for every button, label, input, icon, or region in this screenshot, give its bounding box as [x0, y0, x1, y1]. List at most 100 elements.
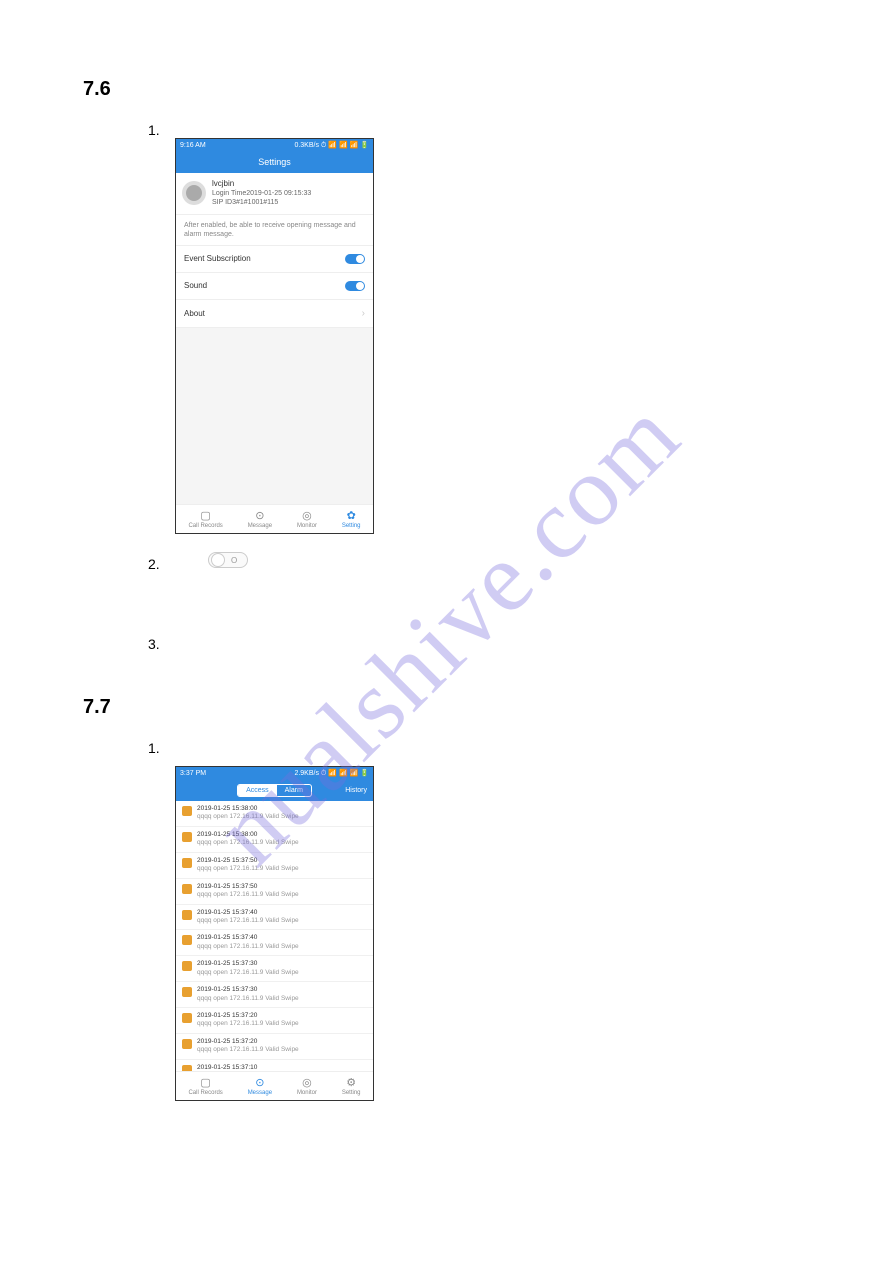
gear-icon: ✿ [347, 509, 356, 522]
sound-toggle[interactable] [345, 281, 365, 291]
message-row[interactable]: 2019-01-25 15:37:30qqqq open 172.16.11.9… [176, 982, 373, 1008]
avatar [182, 181, 206, 205]
section-heading-7-7: 7.7 [83, 696, 111, 719]
message-time: 2019-01-25 15:37:20 [197, 1012, 299, 1020]
message-time: 2019-01-25 15:38:00 [197, 805, 299, 813]
message-row[interactable]: 2019-01-25 15:37:20qqqq open 172.16.11.9… [176, 1008, 373, 1034]
status-time: 9:16 AM [180, 142, 206, 149]
message-time: 2019-01-25 15:37:50 [197, 883, 299, 891]
tab-call-records-label: Call Records [188, 523, 222, 529]
tab-monitor[interactable]: ◎ Monitor [297, 509, 317, 529]
tab-call-records-label-2: Call Records [188, 1090, 222, 1096]
info-description: After enabled, be able to receive openin… [176, 215, 373, 246]
tab-call-records-2[interactable]: ▢ Call Records [188, 1076, 222, 1096]
message-row[interactable]: 2019-01-25 15:37:30qqqq open 172.16.11.9… [176, 956, 373, 982]
message-text: 2019-01-25 15:37:20qqqq open 172.16.11.9… [197, 1012, 299, 1029]
message-icon: ⊙ [255, 509, 264, 522]
segment-access[interactable]: Access [238, 785, 277, 796]
event-subscription-row[interactable]: Event Subscription [176, 246, 373, 273]
message-item-icon [182, 961, 192, 971]
message-row[interactable]: 2019-01-25 15:37:50qqqq open 172.16.11.9… [176, 879, 373, 905]
about-label: About [184, 309, 205, 318]
tab-message-2[interactable]: ⊙ Message [248, 1076, 272, 1096]
settings-screenshot: 9:16 AM 0.3KB/s ⏱ 📶 📶 📶 🔋 Settings lvcjb… [175, 138, 374, 534]
message-detail: qqqq open 172.16.11.9 Valid Swipe [197, 865, 299, 873]
about-row[interactable]: About › [176, 300, 373, 328]
message-time: 2019-01-25 15:37:20 [197, 1038, 299, 1046]
message-item-icon [182, 935, 192, 945]
profile-sip-id: SIP ID3#1#1001#115 [212, 198, 311, 207]
status-time-2: 3:37 PM [180, 770, 206, 777]
message-text: 2019-01-25 15:37:30qqqq open 172.16.11.9… [197, 986, 299, 1003]
message-detail: qqqq open 172.16.11.9 Valid Swipe [197, 943, 299, 951]
message-time: 2019-01-25 15:38:00 [197, 831, 299, 839]
section-heading-7-6: 7.6 [83, 78, 111, 101]
message-detail: qqqq open 172.16.11.9 Valid Swipe [197, 1046, 299, 1054]
message-text: 2019-01-25 15:38:00qqqq open 172.16.11.9… [197, 831, 299, 848]
message-row[interactable]: 2019-01-25 15:37:40qqqq open 172.16.11.9… [176, 930, 373, 956]
message-text: 2019-01-25 15:38:00qqqq open 172.16.11.9… [197, 805, 299, 822]
status-bar: 9:16 AM 0.3KB/s ⏱ 📶 📶 📶 🔋 [176, 139, 373, 151]
tab-monitor-2[interactable]: ◎ Monitor [297, 1076, 317, 1096]
message-text: 2019-01-25 15:37:40qqqq open 172.16.11.9… [197, 909, 299, 926]
message-list[interactable]: 2019-01-25 15:38:00qqqq open 172.16.11.9… [176, 801, 373, 1074]
tab-setting[interactable]: ✿ Setting [342, 509, 361, 529]
message-detail: qqqq open 172.16.11.9 Valid Swipe [197, 995, 299, 1003]
monitor-icon: ◎ [302, 509, 312, 522]
message-detail: qqqq open 172.16.11.9 Valid Swipe [197, 891, 299, 899]
message-time: 2019-01-25 15:37:30 [197, 986, 299, 994]
message-text: 2019-01-25 15:37:30qqqq open 172.16.11.9… [197, 960, 299, 977]
message-item-icon [182, 884, 192, 894]
profile-info: lvcjbin Login Time2019-01-25 09:15:33 SI… [212, 179, 311, 208]
message-row[interactable]: 2019-01-25 15:37:50qqqq open 172.16.11.9… [176, 853, 373, 879]
tab-setting-2[interactable]: ⚙ Setting [342, 1076, 361, 1096]
tab-message[interactable]: ⊙ Message [248, 509, 272, 529]
tab-message-label-2: Message [248, 1090, 272, 1096]
tab-monitor-label-2: Monitor [297, 1090, 317, 1096]
message-text: 2019-01-25 15:37:40qqqq open 172.16.11.9… [197, 934, 299, 951]
avatar-icon [186, 185, 202, 201]
list-number-2: 2. [148, 556, 160, 572]
message-detail: qqqq open 172.16.11.9 Valid Swipe [197, 1020, 299, 1028]
history-button[interactable]: History [345, 787, 367, 794]
message-icon: ⊙ [255, 1076, 264, 1089]
profile-row[interactable]: lvcjbin Login Time2019-01-25 09:15:33 SI… [176, 173, 373, 215]
gear-icon: ⚙ [346, 1076, 356, 1089]
message-detail: qqqq open 172.16.11.9 Valid Swipe [197, 969, 299, 977]
tab-bar: ▢ Call Records ⊙ Message ◎ Monitor ✿ Set… [176, 504, 373, 533]
event-subscription-toggle[interactable] [345, 254, 365, 264]
message-screenshot: 3:37 PM 2.9KB/s ⏱ 📶 📶 📶 🔋 Access Alarm H… [175, 766, 374, 1101]
settings-header: Settings [176, 151, 373, 173]
segment-alarm[interactable]: Alarm [277, 785, 311, 796]
message-row[interactable]: 2019-01-25 15:38:00qqqq open 172.16.11.9… [176, 827, 373, 853]
segment-control: Access Alarm [237, 784, 312, 797]
message-item-icon [182, 1039, 192, 1049]
status-bar-2: 3:37 PM 2.9KB/s ⏱ 📶 📶 📶 🔋 [176, 767, 373, 779]
message-item-icon [182, 806, 192, 816]
message-detail: qqqq open 172.16.11.9 Valid Swipe [197, 813, 299, 821]
message-item-icon [182, 987, 192, 997]
tab-setting-label-2: Setting [342, 1090, 361, 1096]
message-row[interactable]: 2019-01-25 15:37:40qqqq open 172.16.11.9… [176, 905, 373, 931]
tab-message-label: Message [248, 523, 272, 529]
tab-setting-label: Setting [342, 523, 361, 529]
message-row[interactable]: 2019-01-25 15:37:20qqqq open 172.16.11.9… [176, 1034, 373, 1060]
message-item-icon [182, 1013, 192, 1023]
chevron-right-icon: › [362, 308, 365, 319]
message-time: 2019-01-25 15:37:40 [197, 934, 299, 942]
call-records-icon: ▢ [200, 509, 210, 522]
message-text: 2019-01-25 15:37:20qqqq open 172.16.11.9… [197, 1038, 299, 1055]
status-icons: 0.3KB/s ⏱ 📶 📶 📶 🔋 [294, 141, 369, 150]
sound-row[interactable]: Sound [176, 273, 373, 300]
tab-call-records[interactable]: ▢ Call Records [188, 509, 222, 529]
message-text: 2019-01-25 15:37:50qqqq open 172.16.11.9… [197, 883, 299, 900]
call-records-icon: ▢ [200, 1076, 210, 1089]
message-time: 2019-01-25 15:37:50 [197, 857, 299, 865]
message-time: 2019-01-25 15:37:40 [197, 909, 299, 917]
message-row[interactable]: 2019-01-25 15:38:00qqqq open 172.16.11.9… [176, 801, 373, 827]
message-detail: qqqq open 172.16.11.9 Valid Swipe [197, 839, 299, 847]
message-time: 2019-01-25 15:37:30 [197, 960, 299, 968]
tab-monitor-label: Monitor [297, 523, 317, 529]
toggle-off-icon [208, 552, 248, 568]
list-number-1: 1. [148, 122, 160, 138]
